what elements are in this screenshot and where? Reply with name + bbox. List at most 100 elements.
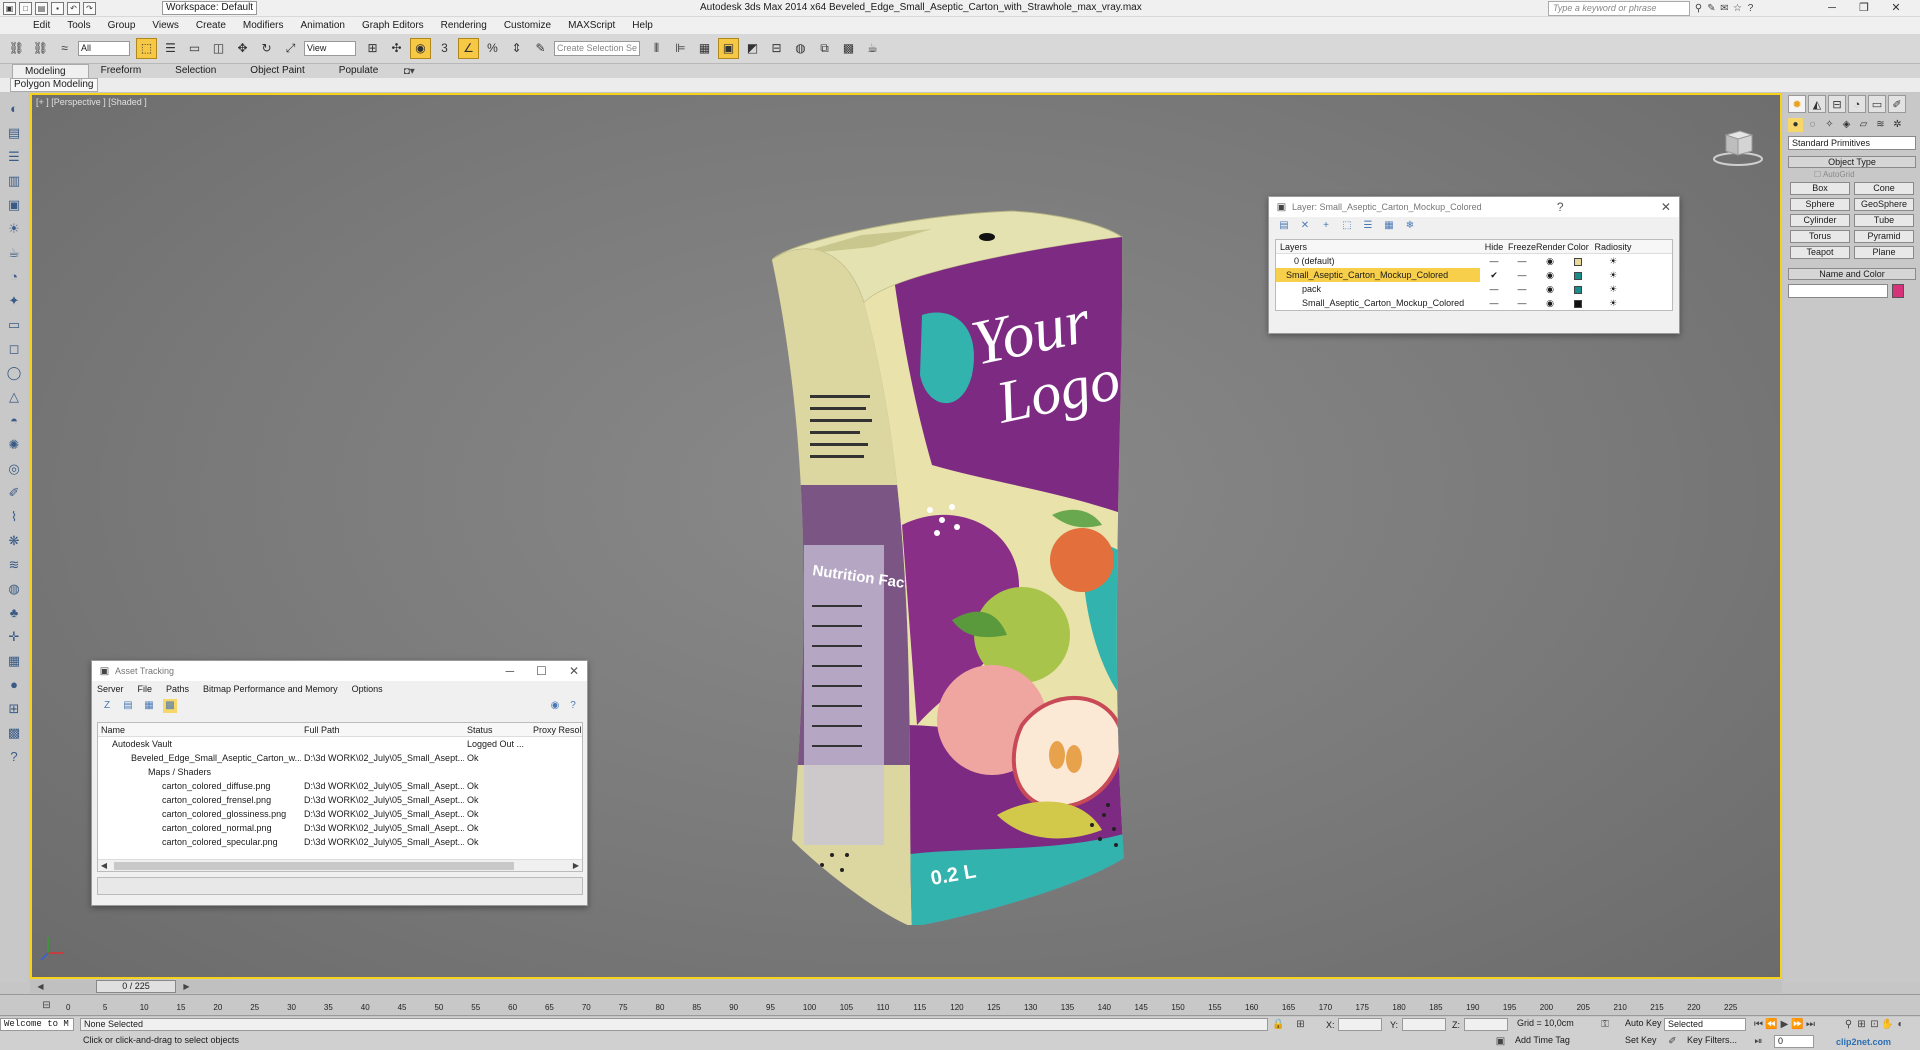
close-button[interactable]: ✕ [1880,0,1912,16]
col-radiosity[interactable]: Radiosity [1592,240,1634,253]
radiosity-icon[interactable]: ☀ [1592,268,1634,282]
angle-snap-icon[interactable]: ∠ [458,38,479,59]
col-name[interactable]: Name [98,723,301,736]
brush-icon[interactable]: ✐ [4,483,24,503]
mini-curve-editor-icon[interactable]: ⊟ [40,999,53,1012]
rotate-icon[interactable]: ↻ [256,38,277,59]
reference-coord-dropdown[interactable]: View [304,41,356,56]
horizontal-scrollbar[interactable]: ◀ ▶ [98,859,582,871]
film-icon[interactable]: ▩ [4,723,24,743]
menu-edit[interactable]: Edit [33,17,50,34]
object-color-swatch[interactable] [1892,284,1904,298]
globe-icon[interactable]: ◍ [4,579,24,599]
set-key-button[interactable]: Set Key [1622,1035,1662,1048]
name-color-rollout[interactable]: Name and Color [1788,268,1916,280]
layer-color-swatch[interactable] [1564,282,1592,296]
new-layer-icon[interactable]: ▤ [1277,219,1291,233]
menu-rendering[interactable]: Rendering [441,17,487,34]
z-coordinate-input[interactable] [1464,1018,1508,1031]
help-icon[interactable]: ? [1557,200,1564,214]
help-icon[interactable]: ? [566,699,580,713]
cameras-icon[interactable]: ◈ [1839,118,1854,132]
utilities-tab-icon[interactable]: ✐ [1888,95,1906,113]
cone-button[interactable]: Cone [1854,182,1914,195]
ribbon-options-icon[interactable]: ◘▾ [400,65,418,78]
layer-row-current[interactable]: Small_Aseptic_Carton_Mockup_Colored ✔ — … [1276,268,1672,282]
communication-icon[interactable]: ✉ [1718,2,1731,15]
menu-animation[interactable]: Animation [300,17,344,34]
wind-icon[interactable]: ≋ [4,555,24,575]
rotate-view-icon[interactable]: ◐ [4,99,24,119]
freeze-toggle[interactable]: — [1508,268,1536,282]
set-key-brush-icon[interactable]: ✐ [1666,1035,1679,1048]
go-to-start-icon[interactable]: ⏮ [1752,1018,1765,1031]
zoom-extents-icon[interactable]: ⊡ [1868,1018,1881,1031]
play-icon[interactable]: ▶ [1778,1018,1791,1031]
col-full-path[interactable]: Full Path [301,723,464,736]
col-hide[interactable]: Hide [1480,240,1508,253]
scene-list-icon[interactable]: ☰ [4,147,24,167]
render-eye-icon[interactable]: ◉ [1536,268,1564,282]
radiosity-icon[interactable]: ☀ [1592,282,1634,296]
refresh-icon[interactable]: Z [100,699,114,713]
menu-graph-editors[interactable]: Graph Editors [362,17,424,34]
radiosity-icon[interactable]: ☀ [1592,254,1634,268]
layer-dialog-titlebar[interactable]: ▣ Layer: Small_Aseptic_Carton_Mockup_Col… [1269,197,1679,217]
grid-icon[interactable]: ⊞ [4,699,24,719]
x-coordinate-input[interactable] [1338,1018,1382,1031]
scale-icon[interactable]: ⤢ [280,38,301,59]
hide-toggle[interactable]: — [1480,296,1508,310]
bind-space-warp-icon[interactable]: ≈ [54,38,75,59]
hide-all-icon[interactable]: ▦ [1382,219,1396,233]
layer-name[interactable]: pack [1276,282,1480,296]
particles-icon[interactable]: ❋ [4,531,24,551]
table-row[interactable]: Maps / Shaders [98,765,582,779]
next-frame-icon[interactable]: ▶ [180,980,193,993]
geosphere-button[interactable]: GeoSphere [1854,198,1914,211]
box-button[interactable]: Box [1790,182,1850,195]
ribbon-tab-freeform[interactable]: Freeform [89,64,164,78]
shapes-icon[interactable]: ◌ [1805,118,1820,132]
col-render[interactable]: Render [1536,240,1566,253]
unlink-icon[interactable]: ⛓ [30,38,51,59]
ribbon-icon[interactable]: ⌇ [4,507,24,527]
ribbon-tab-populate[interactable]: Populate [327,64,400,78]
viewport-label[interactable]: [+ ] [Perspective ] [Shaded ] [36,97,147,107]
time-tag-icon[interactable]: ▣ [1494,1035,1507,1048]
pivot-center-icon[interactable]: ⊞ [362,38,383,59]
menu-help[interactable]: Help [632,17,653,34]
teapot-icon[interactable]: ☕ [4,243,24,263]
tree-icon[interactable]: ♣ [4,603,24,623]
rendered-frame-icon[interactable]: ▩ [838,38,859,59]
undo-icon[interactable]: ↶ [67,1,80,15]
window-crossing-icon[interactable]: ◫ [208,38,229,59]
layer-name[interactable]: Small_Aseptic_Carton_Mockup_Colored [1276,296,1480,310]
ribbon-tab-modeling[interactable]: Modeling [12,63,89,79]
workspace-dropdown[interactable]: Workspace: Default [162,1,257,15]
link-icon[interactable]: ⛓ [6,38,27,59]
edit-named-selection-icon[interactable]: ✎ [530,38,551,59]
time-slider-bar[interactable]: ◀ 0 / 225 ▶ [30,980,1782,993]
layer-dialog[interactable]: ▣ Layer: Small_Aseptic_Carton_Mockup_Col… [1268,196,1680,334]
render-sphere-icon[interactable]: ● [4,675,24,695]
carton-model[interactable]: Nutrition Facts Your Logo 0.2 L [752,165,1152,925]
col-layers[interactable]: Layers [1276,240,1480,253]
modify-tab-icon[interactable]: ◭ [1808,95,1826,113]
menu-tools[interactable]: Tools [67,17,90,34]
freeze-toggle[interactable]: — [1508,296,1536,310]
create-tab-icon[interactable]: ✹ [1788,95,1806,113]
geometry-icon[interactable]: ● [1788,118,1803,132]
render-eye-icon[interactable]: ◉ [1536,282,1564,296]
maximize-button[interactable]: ❐ [1848,0,1880,16]
helpers-icon[interactable]: ▱ [1856,118,1871,132]
table-row[interactable]: Beveled_Edge_Small_Aseptic_Carton_w... D… [98,751,582,765]
prev-key-icon[interactable]: ⏪ [1765,1018,1778,1031]
render-eye-icon[interactable]: ◉ [1536,254,1564,268]
key-mode-icon[interactable]: ⚿ [1594,1018,1616,1031]
auto-key-button[interactable]: Auto Key [1622,1018,1662,1031]
zoom-all-icon[interactable]: ⊞ [1855,1018,1868,1031]
table-view-icon[interactable]: ▩ [163,699,177,713]
radiosity-icon[interactable]: ☀ [1592,296,1634,310]
render-production-icon[interactable]: ☕ [862,38,883,59]
redo-icon[interactable]: ↷ [83,1,96,15]
